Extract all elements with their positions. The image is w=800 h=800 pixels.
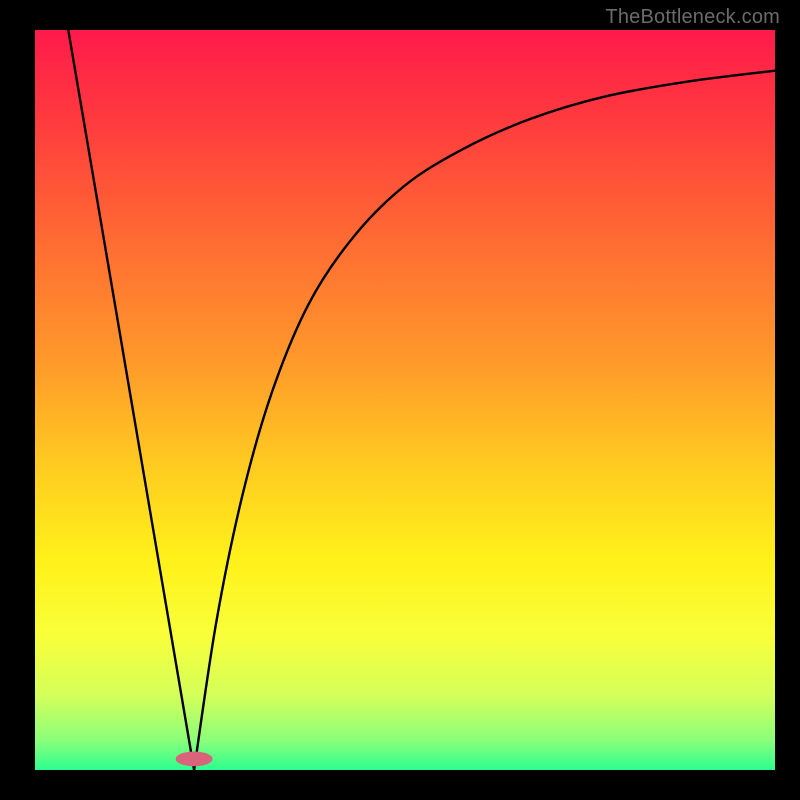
chart-svg (35, 30, 775, 770)
chart-frame: TheBottleneck.com (0, 0, 800, 800)
watermark-text: TheBottleneck.com (605, 6, 780, 29)
gradient-background (35, 30, 775, 770)
minimum-marker (176, 752, 213, 767)
plot-area (35, 30, 775, 770)
